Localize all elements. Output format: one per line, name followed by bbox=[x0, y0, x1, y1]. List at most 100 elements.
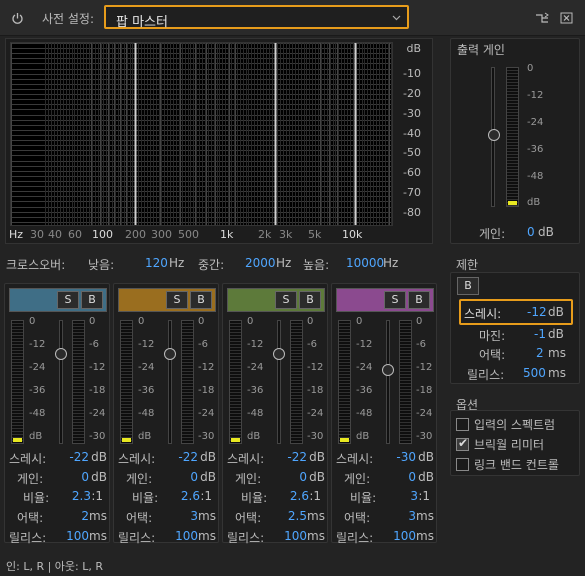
band-2-attack-value[interactable]: 3 bbox=[190, 509, 198, 523]
band-4-ratio-value[interactable]: 3 bbox=[410, 489, 418, 503]
band-2-ratio-value[interactable]: 2.6 bbox=[181, 489, 200, 503]
spectrum-input-checkbox[interactable] bbox=[456, 418, 469, 431]
band-3-threshold-fader-track[interactable] bbox=[277, 320, 281, 444]
scale-tick: dB bbox=[356, 431, 370, 442]
db-tick: -70 bbox=[403, 186, 421, 199]
scale-tick: -12 bbox=[527, 90, 544, 101]
limiter-release-value[interactable]: 500 bbox=[523, 366, 546, 380]
gain-label: 게인: bbox=[344, 472, 371, 486]
crossover-mid-value[interactable]: 2000 bbox=[245, 256, 276, 270]
band-3-ratio-value[interactable]: 2.6 bbox=[290, 489, 309, 503]
scale-tick: -36 bbox=[356, 385, 373, 396]
hz-tick: 30 bbox=[30, 228, 44, 241]
band-2-bypass-button[interactable]: B bbox=[190, 291, 212, 309]
band-4-bypass-button[interactable]: B bbox=[408, 291, 430, 309]
band-4-gain-value[interactable]: 0 bbox=[408, 470, 416, 484]
scale-tick: -30 bbox=[198, 431, 215, 442]
close-icon[interactable] bbox=[558, 10, 574, 26]
output-gain-value[interactable]: 0 bbox=[527, 225, 535, 239]
limiter-attack-value[interactable]: 2 bbox=[536, 346, 544, 360]
crossover-low-value[interactable]: 120 bbox=[145, 256, 168, 270]
band-1-threshold-fader-knob[interactable] bbox=[55, 348, 67, 360]
db-tick: -30 bbox=[403, 107, 421, 120]
power-icon[interactable] bbox=[9, 10, 25, 26]
scale-tick: -12 bbox=[247, 339, 264, 350]
band-2-gain-reduction-meter bbox=[181, 320, 194, 444]
routing-icon[interactable] bbox=[534, 10, 550, 26]
hz-tick: Hz bbox=[9, 228, 24, 241]
limiter-bypass-button[interactable]: B bbox=[457, 277, 479, 295]
link-band-controls-checkbox[interactable] bbox=[456, 458, 469, 471]
band-3-release-value[interactable]: 100 bbox=[284, 529, 307, 543]
scale-tick: -36 bbox=[138, 385, 155, 396]
band-2-gain-value[interactable]: 0 bbox=[190, 470, 198, 484]
hz-tick: 2k bbox=[258, 228, 272, 241]
scale-tick: -36 bbox=[527, 144, 544, 155]
io-status: 인: L, R | 아웃: L, R bbox=[6, 560, 103, 573]
threshold-label: 스레시: bbox=[118, 452, 156, 466]
unit-ratio: :1 bbox=[200, 489, 212, 503]
band-4-release-value[interactable]: 100 bbox=[393, 529, 416, 543]
band-1-release-value[interactable]: 100 bbox=[66, 529, 89, 543]
scale-tick: 0 bbox=[198, 316, 205, 327]
band-1-gain-value[interactable]: 0 bbox=[81, 470, 89, 484]
scale-tick: -48 bbox=[138, 408, 155, 419]
band-3-panel: S B 0 -12 -24 -36 -48 dB 0 -6 -12 -18 -24 -30 스레시:… bbox=[222, 283, 328, 545]
band-4-level-meter bbox=[338, 320, 351, 444]
band-1-ratio-value[interactable]: 2.3 bbox=[72, 489, 91, 503]
band-4-attack-value[interactable]: 3 bbox=[408, 509, 416, 523]
band-2-threshold-fader-track[interactable] bbox=[168, 320, 172, 444]
scale-tick: 0 bbox=[89, 316, 96, 327]
crossover-high-value[interactable]: 10000 bbox=[346, 256, 384, 270]
limiter-margin-value[interactable]: -1 bbox=[534, 327, 546, 341]
band-1-solo-button[interactable]: S bbox=[57, 291, 79, 309]
band-1-threshold-fader-track[interactable] bbox=[59, 320, 63, 444]
band-2-threshold-value[interactable]: -22 bbox=[178, 450, 198, 464]
band-3-threshold-fader-knob[interactable] bbox=[273, 348, 285, 360]
band-4-threshold-value[interactable]: -30 bbox=[396, 450, 416, 464]
limiter-release-unit: ms bbox=[548, 366, 566, 380]
hz-scale: Hz 30 40 60 100 200 300 500 1k 2k 3k 5k … bbox=[6, 228, 396, 242]
scale-tick: dB bbox=[527, 197, 541, 208]
frequency-graph[interactable] bbox=[10, 42, 393, 226]
band-2-solo-button[interactable]: S bbox=[166, 291, 188, 309]
band-4-threshold-fader-knob[interactable] bbox=[382, 364, 394, 376]
band-4-threshold-fader-track[interactable] bbox=[386, 320, 390, 444]
scale-tick: -6 bbox=[307, 339, 317, 350]
band-1-attack-value[interactable]: 2 bbox=[81, 509, 89, 523]
band-1-threshold-value[interactable]: -22 bbox=[69, 450, 89, 464]
scale-tick: -30 bbox=[416, 431, 433, 442]
band-2-header: S B bbox=[118, 288, 216, 312]
gain-label: 게인: bbox=[17, 472, 44, 486]
scale-tick: dB bbox=[247, 431, 261, 442]
db-tick: -50 bbox=[403, 146, 421, 159]
release-label: 릴리스: bbox=[227, 531, 265, 545]
band-2-release-value[interactable]: 100 bbox=[175, 529, 198, 543]
limiter-attack-unit: ms bbox=[548, 346, 566, 360]
band-3-gain-value[interactable]: 0 bbox=[299, 470, 307, 484]
limiter-threshold-label: 스레시: bbox=[464, 307, 502, 321]
band-3-attack-value[interactable]: 2.5 bbox=[288, 509, 307, 523]
band-2-threshold-fader-knob[interactable] bbox=[164, 348, 176, 360]
attack-label: 어택: bbox=[344, 511, 371, 525]
band-3-threshold-value[interactable]: -22 bbox=[287, 450, 307, 464]
ratio-label: 비율: bbox=[350, 491, 377, 505]
band-4-solo-button[interactable]: S bbox=[384, 291, 406, 309]
scale-tick: -6 bbox=[198, 339, 208, 350]
band-1-bypass-button[interactable]: B bbox=[81, 291, 103, 309]
unit-db: dB bbox=[91, 470, 107, 484]
limiter-release-label: 릴리스: bbox=[467, 368, 505, 382]
band-3-solo-button[interactable]: S bbox=[275, 291, 297, 309]
output-gain-fader-knob[interactable] bbox=[488, 129, 500, 141]
band-3-gain-reduction-meter bbox=[290, 320, 303, 444]
limiter-threshold-value[interactable]: -12 bbox=[527, 305, 547, 319]
preset-dropdown[interactable]: 팝 마스터 bbox=[104, 5, 409, 30]
scale-tick: -12 bbox=[416, 362, 433, 373]
db-tick: -40 bbox=[403, 127, 421, 140]
limiter-title: 제한 bbox=[456, 258, 479, 272]
scale-tick: 0 bbox=[138, 316, 145, 327]
band-3-bypass-button[interactable]: B bbox=[299, 291, 321, 309]
scale-tick: -18 bbox=[89, 385, 106, 396]
scale-tick: -12 bbox=[356, 339, 373, 350]
brickwall-limiter-checkbox[interactable] bbox=[456, 436, 469, 451]
